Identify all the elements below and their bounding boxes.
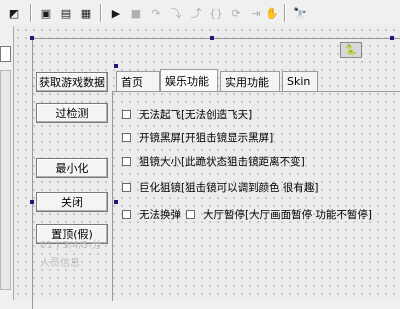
cursor-step-icon[interactable]: ⇥ [248,5,264,21]
step-over-icon[interactable]: ↷ [148,5,164,21]
option-label: 巨化狙镜[狙击镜可以调到颜色 很有趣] [139,182,319,194]
layout-icon[interactable]: ▤ [58,5,74,21]
checkbox[interactable] [122,110,131,119]
option-label: 无法起飞[无法创造飞天] [139,109,253,121]
bypass-detection-button[interactable]: 过检测 [36,103,108,123]
snake-icon[interactable]: 🐍 [340,42,362,58]
checkbox[interactable] [122,183,131,192]
toolbar-separator [100,4,102,22]
option-scope-size[interactable]: 狙镜大小[此跪状态狙击镜距离不变] [122,154,305,169]
toolbar-separator [30,4,32,22]
tab-entertainment[interactable]: 娱乐功能 [160,69,218,91]
selection-handle[interactable] [30,200,34,204]
faded-label: 人员信息 [40,258,80,269]
tab-skin[interactable]: Skin [282,71,318,91]
option-no-takeoff[interactable]: 无法起飞[无法创造飞天] [122,107,252,122]
run-icon[interactable]: ▶ [108,5,124,21]
minimize-button[interactable]: 最小化 [36,158,108,178]
properties-panel [0,26,14,300]
close-button[interactable]: 关闭 [36,192,108,212]
stop-icon[interactable]: ■ [128,5,144,21]
option-label: 无法换弹 [139,209,181,221]
option-label: 大厅暂停[大厅画面暂停 功能不暂停] [203,209,373,221]
checkbox[interactable] [122,133,131,142]
step-into-icon[interactable]: ⤵ [168,5,184,21]
faded-label: 01 | 3/4/5 分 [40,240,102,251]
checkbox[interactable] [186,210,195,219]
get-game-data-button[interactable]: 获取游戏数据 [36,72,108,92]
tab-home[interactable]: 首页 [116,71,160,91]
option-no-reload[interactable]: 无法换弹 [122,207,181,222]
option-label: 开镜黑屏[开狙击镜显示黑屏] [139,132,274,144]
selection-handle[interactable] [390,36,394,40]
selection-handle[interactable] [114,64,118,68]
option-black-screen[interactable]: 开镜黑屏[开狙击镜显示黑屏] [122,130,273,145]
property-dropdown[interactable] [0,46,11,62]
toolbar-separator [284,4,286,22]
cursor-icon[interactable]: ◩ [6,5,22,21]
checkbox[interactable] [122,210,131,219]
option-giant-scope[interactable]: 巨化狙镜[狙击镜可以调到颜色 很有趣] [122,180,319,195]
debug-icon[interactable]: 🔭 [292,5,308,21]
grid-icon[interactable]: ▦ [78,5,94,21]
selection-handle[interactable] [210,36,214,40]
breakpoint-icon[interactable]: ⟳ [228,5,244,21]
tab-content [112,91,400,301]
window-icon[interactable]: ▣ [38,5,54,21]
tab-utility[interactable]: 实用功能 [220,71,280,91]
step-brace-icon[interactable]: {} [208,5,224,21]
checkbox[interactable] [122,157,131,166]
step-out-icon[interactable]: ⤴ [188,5,204,21]
option-lobby-pause[interactable]: 大厅暂停[大厅画面暂停 功能不暂停] [186,207,372,222]
property-scrollbar[interactable] [0,70,11,290]
option-label: 狙镜大小[此跪状态狙击镜距离不变] [139,156,305,168]
hand-icon[interactable]: ✋ [264,5,280,21]
toolbar: ◩ ▣ ▤ ▦ ▶ ■ ↷ ⤵ ⤴ {} ⟳ ⇥ ✋ 🔭 [0,0,400,27]
selection-handle[interactable] [30,36,34,40]
